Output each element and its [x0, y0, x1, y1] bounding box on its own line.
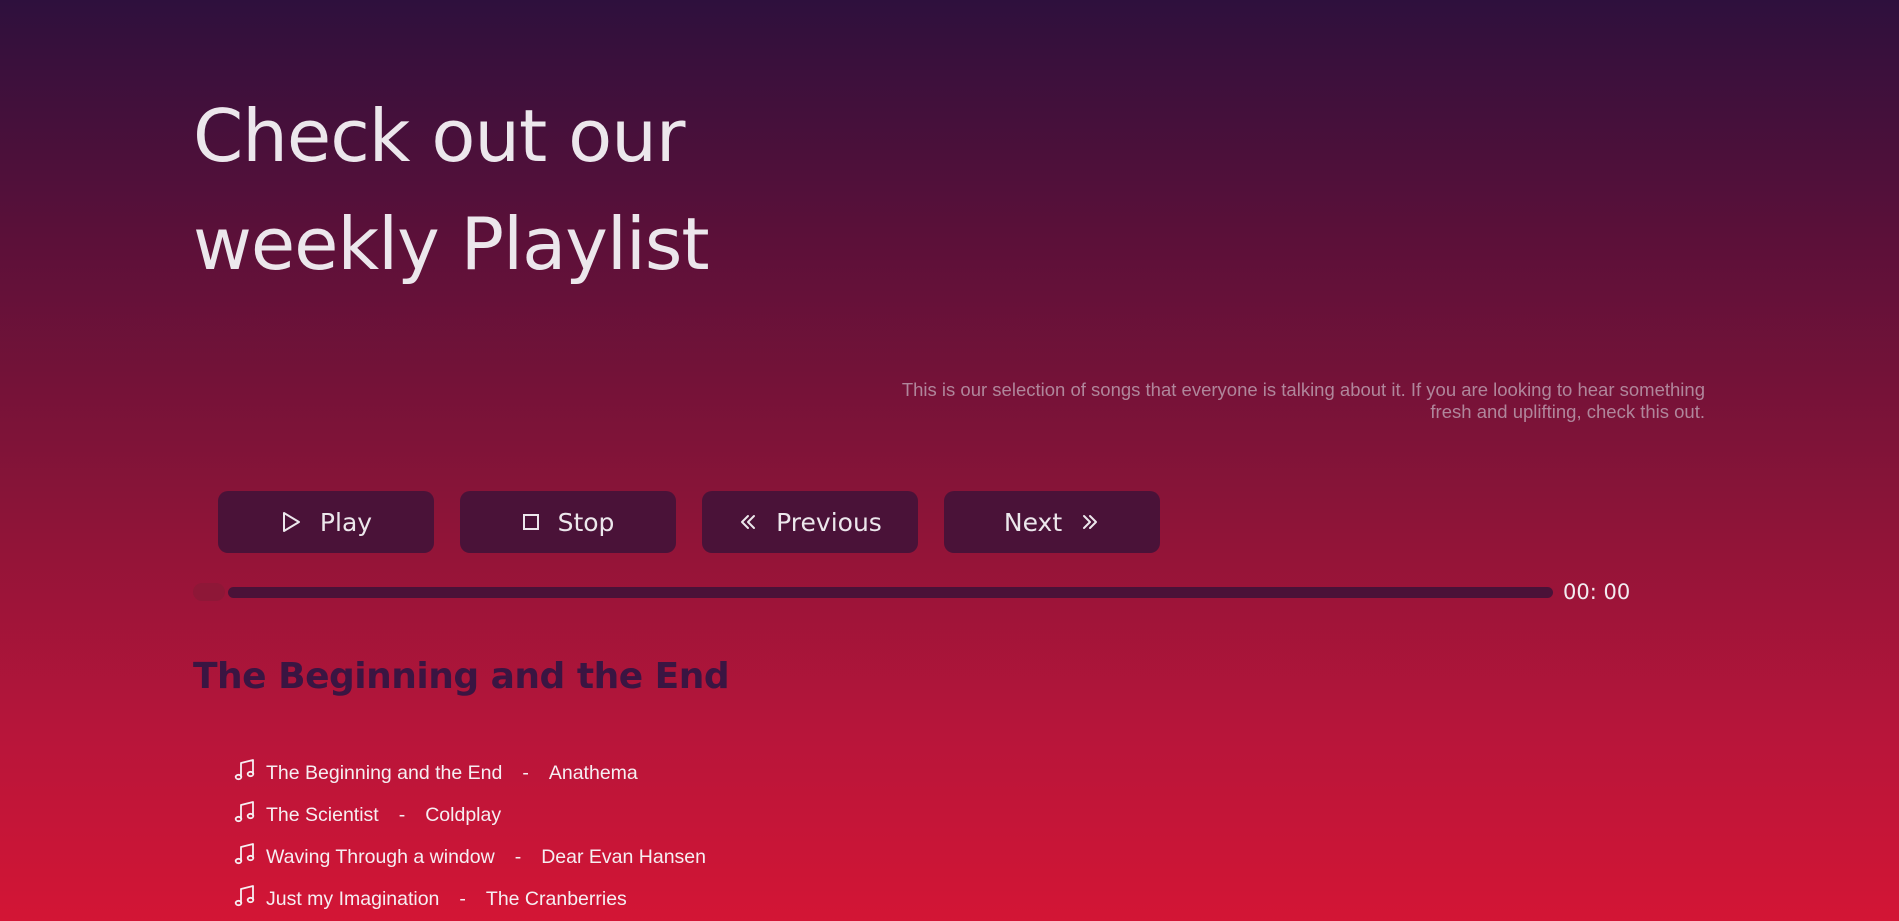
- play-icon: [280, 510, 302, 534]
- track-artist: Dear Evan Hansen: [541, 845, 706, 868]
- playlist: The Beginning and the End - Anathema The…: [234, 752, 706, 920]
- play-button[interactable]: Play: [218, 491, 434, 553]
- playlist-item[interactable]: Just my Imagination - The Cranberries: [234, 878, 706, 920]
- stop-label: Stop: [557, 507, 615, 537]
- next-label: Next: [1003, 507, 1063, 537]
- progress-bar[interactable]: [228, 587, 1553, 598]
- chevrons-right-icon: [1080, 512, 1100, 532]
- stop-icon: [522, 513, 540, 531]
- next-button[interactable]: Next: [944, 491, 1160, 553]
- previous-button[interactable]: Previous: [702, 491, 918, 553]
- now-playing-title: The Beginning and the End: [193, 656, 730, 697]
- playlist-item[interactable]: The Scientist - Coldplay: [234, 794, 706, 836]
- title-line-1: Check out our: [193, 94, 685, 178]
- time-display: 00: 00: [1563, 580, 1631, 604]
- previous-label: Previous: [776, 507, 882, 537]
- track-separator: -: [398, 803, 406, 826]
- track-artist: Coldplay: [425, 803, 502, 826]
- music-note-icon: [234, 758, 256, 788]
- track-separator: -: [522, 761, 529, 784]
- track-title: Just my Imagination: [266, 887, 440, 910]
- track-separator: -: [514, 845, 522, 868]
- playlist-item[interactable]: Waving Through a window - Dear Evan Hans…: [234, 836, 706, 878]
- track-title: The Scientist: [266, 803, 379, 826]
- music-note-icon: [234, 842, 256, 872]
- playlist-description: This is our selection of songs that ever…: [901, 379, 1705, 422]
- track-separator: -: [459, 887, 466, 910]
- track-title: Waving Through a window: [266, 845, 495, 868]
- title-line-2: weekly Playlist: [193, 202, 710, 286]
- stop-button[interactable]: Stop: [460, 491, 676, 553]
- play-label: Play: [319, 507, 373, 537]
- track-artist: Anathema: [548, 761, 638, 784]
- music-note-icon: [234, 884, 256, 914]
- page-title: Check out our weekly Playlist: [193, 82, 993, 298]
- playlist-item[interactable]: The Beginning and the End - Anathema: [234, 752, 706, 794]
- music-note-icon: [234, 800, 256, 830]
- chevrons-left-icon: [738, 512, 758, 532]
- progress-handle[interactable]: [193, 583, 225, 601]
- track-artist: The Cranberries: [485, 887, 627, 910]
- track-title: The Beginning and the End: [266, 761, 503, 784]
